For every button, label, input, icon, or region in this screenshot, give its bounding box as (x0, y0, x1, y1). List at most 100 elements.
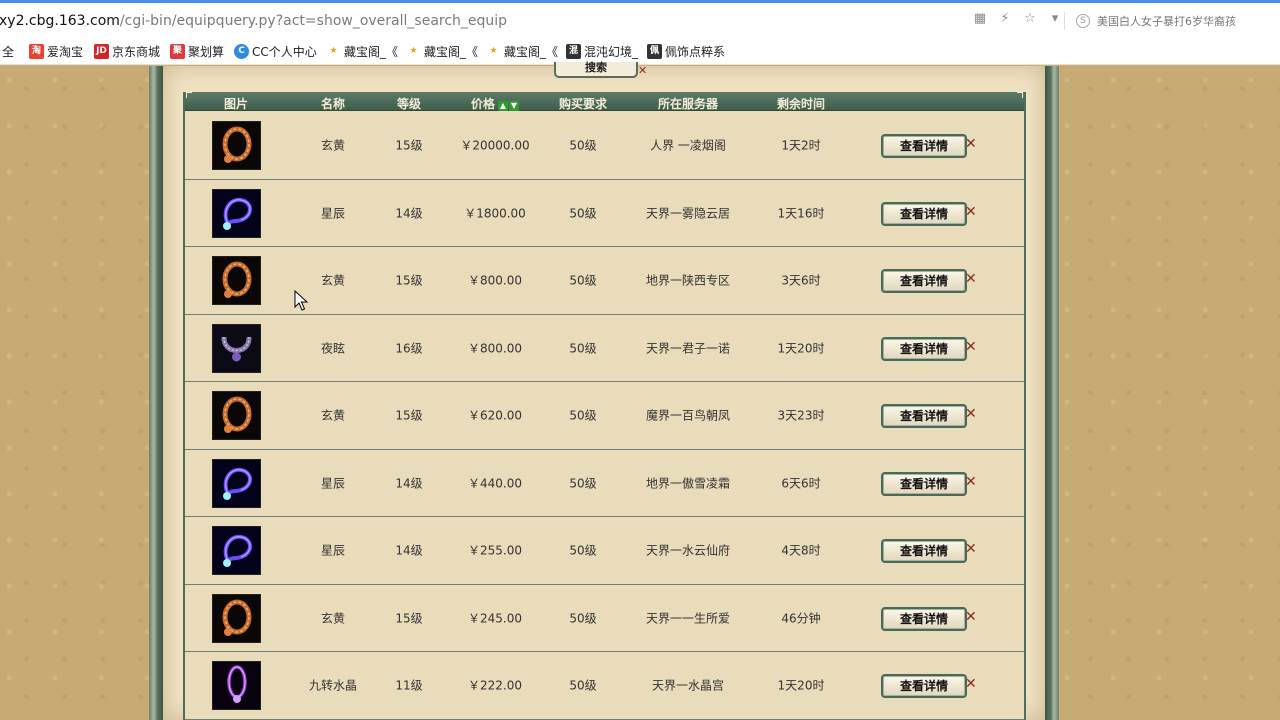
bookmark-3[interactable]: 聚聚划算 (170, 43, 224, 60)
bookmark-4[interactable]: C CC个人中心 (234, 43, 317, 60)
search-engine-icon: S (1076, 14, 1090, 28)
bookmark-2[interactable]: JD 京东商城 (94, 43, 160, 60)
table-row: 玄黄 15级 ￥800.00 50级 地界一陕西专区 3天6时 查看详情 ✕ (185, 247, 1024, 315)
jd-icon: JD (94, 44, 109, 59)
header-price-group: 价格 ▲ ▼ (471, 95, 520, 112)
view-details-button[interactable]: 查看详情 (881, 336, 967, 361)
header-level: 等级 (396, 97, 422, 111)
tassel-icon: ✕ (965, 608, 977, 625)
item-price: ￥245.00 (468, 611, 522, 626)
equipment-image[interactable] (212, 323, 261, 373)
item-time-left: 1天16时 (777, 206, 825, 221)
game-icon: 佩 (647, 44, 662, 59)
bookmark-7[interactable]: ★ 藏宝阁_《 (486, 43, 558, 60)
item-name: 玄黄 (320, 138, 346, 153)
scroll-border-right (1045, 66, 1059, 720)
bookmark-8[interactable]: 混混沌幻境_ (566, 43, 638, 60)
bookmark-label: 藏宝阁_《 (424, 45, 479, 59)
bookmarks-bar: 全 淘爱淘宝 JD 京东商城 聚聚划算 C CC个人中心 ★ 藏宝阁_《 ★ 藏宝阁_《… (0, 38, 1280, 65)
bookmark-label: 京东商城 (112, 45, 161, 59)
bookmark-label: CC个人中心 (252, 45, 317, 59)
item-price: ￥620.00 (468, 408, 522, 423)
item-requirement: 50级 (569, 611, 597, 626)
item-time-left: 3天23时 (777, 408, 825, 423)
item-level: 14级 (395, 543, 423, 558)
tassel-icon: ✕ (965, 136, 977, 152)
item-name: 玄黄 (320, 611, 346, 626)
item-server: 天界一一生所爱 (645, 611, 731, 626)
view-details-button[interactable]: 查看详情 (881, 134, 967, 158)
sort-asc-icon[interactable]: ▲ (498, 101, 509, 111)
cangbaoge-icon: ★ (409, 46, 418, 56)
qr-icon[interactable]: ▦ (973, 12, 987, 26)
equipment-image[interactable] (212, 593, 261, 643)
browser-search-box[interactable]: S 美国白人女子暴打6岁华裔孩 (1076, 13, 1236, 29)
item-server: 地界一陕西专区 (645, 273, 731, 288)
bookmark-label: 爱淘宝 (47, 45, 84, 59)
url-text[interactable]: xy2.cbg.163.com/cgi-bin/equipquery.py?ac… (0, 13, 507, 29)
item-name: 星辰 (320, 206, 346, 221)
item-server: 地界一傲雪凌霜 (645, 476, 731, 491)
view-details-button[interactable]: 查看详情 (881, 674, 967, 698)
cc-icon: C (234, 44, 249, 59)
item-server: 魔界一百鸟朝凤 (645, 408, 731, 423)
star-icon[interactable]: ☆ (1023, 12, 1037, 26)
item-requirement: 50级 (569, 476, 597, 491)
item-level: 15级 (395, 138, 423, 153)
bookmark-9[interactable]: 佩佩饰点粹系 (647, 43, 725, 60)
table-row: 玄黄 15级 ￥20000.00 50级 人界 一凌烟阁 1天2时 查看详情 ✕ (185, 112, 1024, 180)
item-server: 天界一君子一诺 (645, 341, 731, 356)
view-details-button[interactable]: 查看详情 (881, 269, 967, 293)
scroll-border-left (149, 66, 163, 720)
bookmark-1[interactable]: 淘爱淘宝 (29, 43, 83, 60)
item-level: 15级 (395, 273, 423, 288)
chevron-down-icon[interactable]: ▾ (1048, 12, 1062, 26)
equipment-image[interactable] (212, 188, 261, 238)
view-details-button[interactable]: 查看详情 (881, 404, 967, 428)
equipment-image[interactable] (212, 256, 261, 305)
item-price: ￥800.00 (468, 273, 522, 288)
lightning-icon[interactable]: ⚡ (998, 12, 1012, 26)
item-price: ￥20000.00 (460, 138, 530, 153)
item-requirement: 50级 (569, 138, 597, 153)
table-row: 星辰 14级 ￥440.00 50级 地界一傲雪凌霜 6天6时 查看详情 ✕ (185, 450, 1024, 517)
view-details-button[interactable]: 查看详情 (881, 471, 967, 496)
item-level: 15级 (395, 611, 423, 626)
equipment-image[interactable] (212, 526, 261, 575)
item-time-left: 6天6时 (781, 476, 821, 491)
equipment-image[interactable] (212, 458, 261, 508)
equipment-image[interactable] (212, 661, 261, 710)
item-level: 16级 (395, 341, 423, 356)
corner-ornament (1017, 92, 1023, 98)
item-name: 夜眩 (320, 341, 346, 356)
header-image: 图片 (223, 97, 249, 111)
corner-ornament (186, 92, 192, 98)
equipment-image[interactable] (212, 121, 261, 170)
url-host: xy2.cbg.163.com (0, 12, 120, 29)
tassel-icon: ✕ (965, 406, 977, 422)
bookmark-6[interactable]: ★ 藏宝阁_《 (406, 43, 478, 60)
header-price[interactable]: 价格 (471, 97, 495, 111)
address-bar[interactable]: xy2.cbg.163.com/cgi-bin/equipquery.py?ac… (0, 0, 1280, 38)
bookmark-label: 全 (2, 45, 15, 59)
table-row: 玄黄 15级 ￥245.00 50级 天界一一生所爱 46分钟 查看详情 ✕ (185, 585, 1024, 652)
item-price: ￥222.00 (468, 678, 522, 693)
cangbaoge-icon: ★ (329, 46, 338, 56)
view-details-button[interactable]: 查看详情 (881, 539, 967, 563)
table-row: 夜眩 16级 ￥800.00 50级 天界一君子一诺 1天20时 查看详情 ✕ (185, 315, 1024, 382)
sort-desc-icon[interactable]: ▼ (509, 101, 520, 111)
search-button[interactable]: 搜索 (554, 62, 638, 78)
item-name: 星辰 (320, 476, 346, 491)
header-server: 所在服务器 (657, 97, 719, 111)
item-level: 11级 (395, 678, 423, 693)
item-time-left: 1天20时 (777, 678, 825, 693)
view-details-button[interactable]: 查看详情 (881, 606, 967, 631)
bookmark-label: 混沌幻境_ (584, 45, 639, 59)
bookmark-0[interactable]: 全 (2, 43, 14, 60)
game-icon: 混 (566, 44, 581, 59)
view-details-button[interactable]: 查看详情 (881, 201, 967, 226)
bookmark-5[interactable]: ★ 藏宝阁_《 (326, 43, 398, 60)
item-server: 天界一水晶宫 (651, 678, 725, 693)
item-requirement: 50级 (569, 408, 597, 423)
equipment-image[interactable] (212, 391, 261, 440)
